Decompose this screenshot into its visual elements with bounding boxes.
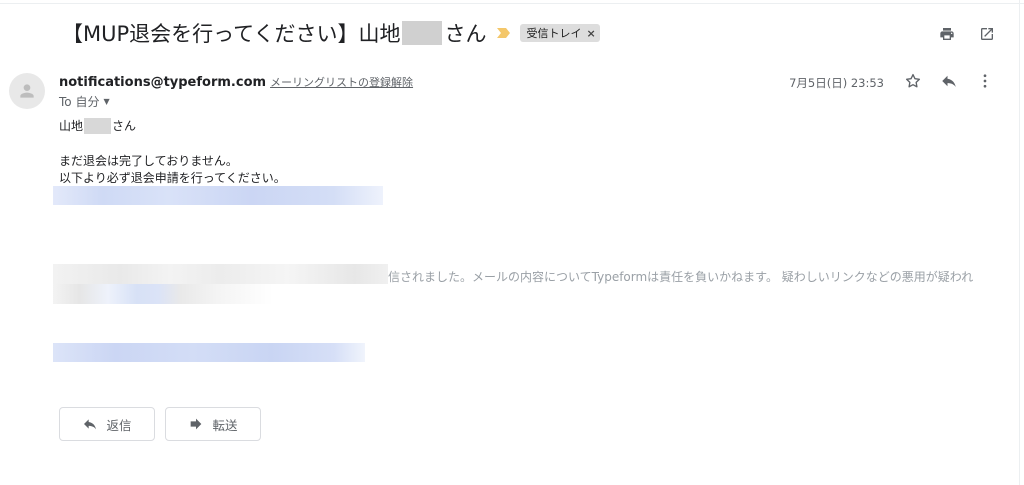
redacted-link-2[interactable]	[53, 343, 365, 362]
thread-toolbar	[938, 25, 996, 43]
more-vert-icon[interactable]	[976, 72, 994, 90]
subject-row: 【MUP退会を行ってください】山地 さん 受信トレイ ×	[62, 18, 600, 48]
redacted-name-inline	[84, 118, 112, 134]
forward-button-label: 転送	[212, 417, 238, 433]
remove-label-button[interactable]: ×	[586, 27, 595, 40]
sender-avatar	[9, 73, 45, 109]
star-icon[interactable]	[904, 72, 922, 90]
message-actions	[904, 72, 994, 90]
forward-button[interactable]: 転送	[165, 407, 261, 441]
greeting-suffix: さん	[112, 119, 137, 133]
open-in-new-window-icon[interactable]	[978, 25, 996, 43]
reply-button[interactable]: 返信	[59, 407, 155, 441]
greeting-line: 山地 さん	[59, 117, 136, 134]
right-divider	[1019, 0, 1020, 485]
body-line-2: 以下より必ず退会申請を行ってください。	[59, 171, 286, 185]
email-subject: 【MUP退会を行ってください】山地 さん	[62, 18, 486, 48]
inbox-label-chip[interactable]: 受信トレイ ×	[520, 24, 600, 42]
subject-prefix: 【MUP退会を行ってください】山地	[62, 22, 401, 46]
redacted-notice-text	[53, 264, 388, 284]
message-date: 7月5日(日) 23:53	[789, 76, 884, 90]
reply-icon	[84, 419, 97, 430]
importance-marker-icon[interactable]	[496, 26, 512, 40]
recipient-details-toggle[interactable]: To 自分 ▼	[59, 93, 110, 110]
reply-icon[interactable]	[940, 72, 958, 90]
subject-suffix: さん	[444, 22, 487, 46]
sender-line: notifications@typeform.com メーリングリストの登録解除	[59, 74, 413, 90]
person-icon	[20, 84, 34, 98]
chevron-down-icon[interactable]: ▼	[103, 97, 109, 106]
unsubscribe-link[interactable]: メーリングリストの登録解除	[270, 74, 413, 90]
sender-email[interactable]: notifications@typeform.com	[59, 75, 266, 90]
top-divider	[0, 3, 1024, 4]
print-icon[interactable]	[938, 25, 956, 43]
notice-text: 信されました。メールの内容についてTypeformは責任を負いかねます。 疑わし…	[388, 270, 974, 284]
forward-icon	[191, 418, 202, 430]
inbox-label-text: 受信トレイ	[526, 27, 582, 40]
greeting-prefix: 山地	[59, 119, 84, 133]
redacted-link[interactable]	[53, 186, 383, 205]
recipient-text: To 自分	[59, 95, 100, 109]
reply-button-label: 返信	[106, 417, 132, 433]
body-line-1: まだ退会は完了しておりません。	[59, 154, 238, 168]
redacted-name	[402, 21, 443, 45]
redacted-notice-text-2	[53, 284, 273, 304]
